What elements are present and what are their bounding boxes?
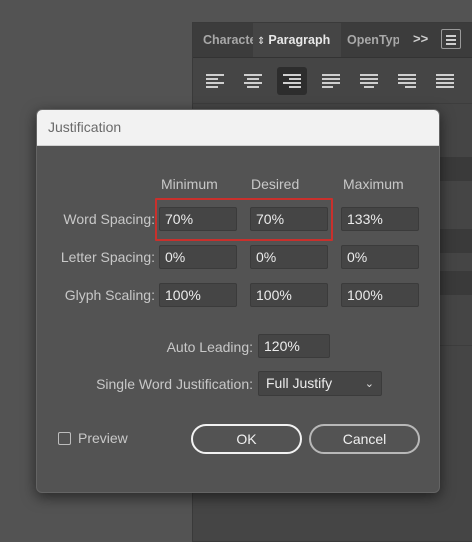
single-word-justification-value: Full Justify [266, 375, 333, 391]
preview-checkbox[interactable] [58, 432, 71, 445]
justify-last-left-icon[interactable] [317, 67, 347, 95]
single-word-justification-label: Single Word Justification: [96, 376, 253, 392]
panel-overflow-button[interactable]: >> [413, 31, 428, 46]
glyph-scaling-minimum-input[interactable]: 100% [159, 283, 237, 307]
glyph-scaling-label: Glyph Scaling: [64, 287, 155, 303]
glyph-scaling-maximum-input[interactable]: 100% [341, 283, 419, 307]
preview-label[interactable]: Preview [78, 430, 128, 446]
glyph-scaling-desired-input[interactable]: 100% [250, 283, 328, 307]
chevron-down-icon: ⌄ [364, 378, 374, 390]
letter-spacing-maximum-input[interactable]: 0% [341, 245, 419, 269]
column-header-minimum: Minimum [161, 176, 218, 192]
letter-spacing-minimum-input[interactable]: 0% [159, 245, 237, 269]
highlight-box [155, 198, 333, 241]
letter-spacing-label: Letter Spacing: [60, 249, 155, 265]
align-left-icon[interactable] [201, 67, 231, 95]
dialog-titlebar[interactable]: Justification [37, 110, 439, 146]
letter-spacing-desired-input[interactable]: 0% [250, 245, 328, 269]
auto-leading-label: Auto Leading: [166, 339, 253, 355]
tab-paragraph-label: Paragraph [268, 33, 331, 47]
word-spacing-maximum-input[interactable]: 133% [341, 207, 419, 231]
justify-all-icon[interactable] [431, 67, 461, 95]
tab-paragraph[interactable]: ⇕ Paragraph [253, 23, 341, 57]
panel-dropcap-field[interactable] [439, 271, 472, 295]
dialog-title: Justification [48, 119, 122, 135]
panel-divider [193, 103, 472, 104]
cancel-button[interactable]: Cancel [309, 424, 420, 454]
panel-indent-field[interactable] [439, 157, 472, 181]
justify-last-right-icon[interactable] [393, 67, 423, 95]
hamburger-menu-icon[interactable] [441, 29, 461, 49]
tab-character[interactable]: Characte [203, 23, 255, 57]
align-center-icon[interactable] [239, 67, 269, 95]
sort-arrows-icon: ⇕ [257, 36, 266, 47]
ok-button[interactable]: OK [191, 424, 302, 454]
alignment-toolbar [193, 57, 472, 103]
panel-tab-bar: Characte ⇕ Paragraph OpenTyp >> [193, 23, 472, 58]
justification-dialog: Justification Minimum Desired Maximum Wo… [36, 109, 440, 493]
justify-last-center-icon[interactable] [355, 67, 385, 95]
single-word-justification-select[interactable]: Full Justify ⌄ [258, 371, 382, 396]
column-header-maximum: Maximum [343, 176, 404, 192]
column-header-desired: Desired [251, 176, 300, 192]
tab-opentype[interactable]: OpenTyp [347, 23, 399, 57]
auto-leading-input[interactable]: 120% [258, 334, 330, 358]
align-right-icon[interactable] [277, 67, 307, 95]
panel-space-field[interactable] [439, 229, 472, 253]
word-spacing-label: Word Spacing: [63, 211, 155, 227]
